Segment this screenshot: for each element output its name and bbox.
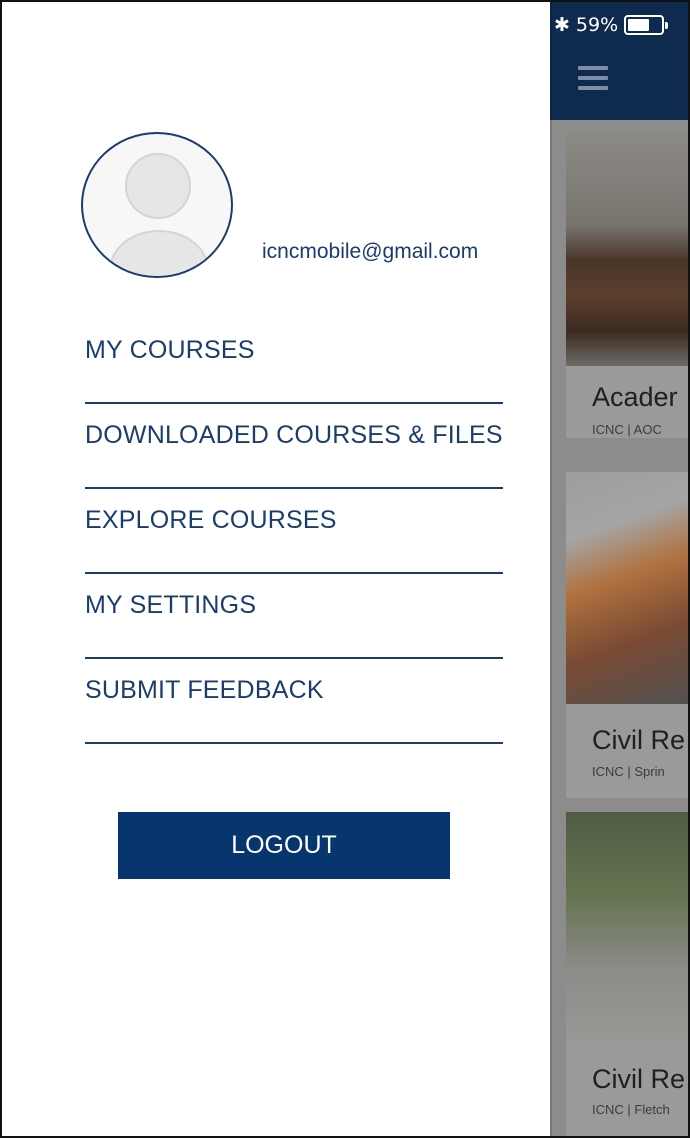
- course-image: [566, 812, 688, 1052]
- course-title: Civil Re: [592, 725, 686, 755]
- course-subtitle: ICNC | Sprin: [592, 764, 665, 779]
- menu-item-downloaded-courses-files[interactable]: DOWNLOADED COURSES & FILES: [85, 403, 503, 489]
- menu-item-my-settings[interactable]: MY SETTINGS: [85, 573, 503, 659]
- menu-item-label: DOWNLOADED COURSES & FILES: [85, 421, 503, 449]
- app-header: ✱ 59%: [550, 2, 688, 120]
- course-card[interactable]: Civil Re ICNC | Sprin: [566, 472, 688, 798]
- status-bar: ✱ 59%: [554, 14, 669, 36]
- menu-item-label: MY SETTINGS: [85, 591, 257, 619]
- course-subtitle: ICNC | Fletch: [592, 1102, 670, 1117]
- course-title: Civil Re: [592, 1064, 686, 1094]
- course-title: Acader: [592, 382, 678, 412]
- battery-percent: 59%: [575, 14, 619, 36]
- user-avatar-icon[interactable]: [81, 132, 233, 278]
- battery-icon: [624, 15, 669, 35]
- course-image: [566, 472, 688, 704]
- course-image: [566, 132, 688, 366]
- course-card[interactable]: Acader ICNC | AOC: [566, 132, 688, 438]
- hamburger-menu-icon[interactable]: [578, 66, 608, 90]
- menu-item-submit-feedback[interactable]: SUBMIT FEEDBACK: [85, 658, 503, 744]
- menu-item-my-courses[interactable]: MY COURSES: [85, 318, 503, 404]
- side-drawer: icncmobile@gmail.com MY COURSES DOWNLOAD…: [2, 2, 550, 1136]
- course-subtitle: ICNC | AOC: [592, 422, 662, 437]
- logout-button[interactable]: LOGOUT: [118, 812, 450, 879]
- user-email: icncmobile@gmail.com: [262, 240, 479, 263]
- menu-item-label: SUBMIT FEEDBACK: [85, 676, 324, 704]
- bluetooth-icon: ✱: [554, 14, 570, 36]
- background-app-view: ✱ 59% Acader ICNC | AOC Civil Re ICNC | …: [550, 2, 688, 1136]
- menu-item-explore-courses[interactable]: EXPLORE COURSES: [85, 488, 503, 574]
- menu-item-label: MY COURSES: [85, 336, 255, 364]
- course-card[interactable]: Civil Re ICNC | Fletch: [566, 812, 688, 1136]
- phone-screen: ✱ 59% Acader ICNC | AOC Civil Re ICNC | …: [0, 0, 690, 1138]
- menu-item-label: EXPLORE COURSES: [85, 506, 337, 534]
